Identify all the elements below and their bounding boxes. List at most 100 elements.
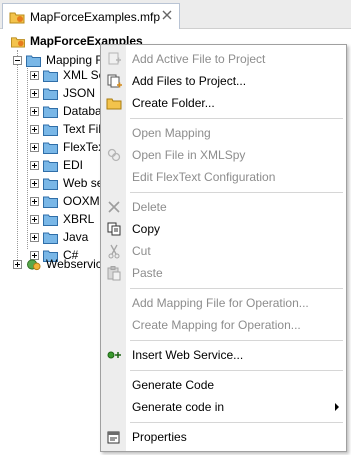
menu-item-create-mapping-for-operation[interactable]: Create Mapping for Operation...: [101, 314, 346, 336]
project-icon: [11, 36, 25, 48]
tree-item-edi[interactable]: EDI: [30, 156, 83, 174]
menu-item-label: Copy: [132, 222, 161, 236]
menu-separator: [130, 422, 343, 423]
menu-item-label: Create Folder...: [132, 96, 215, 110]
menu-item-insert-web-service[interactable]: Insert Web Service...: [101, 344, 346, 366]
folder-icon: [43, 196, 58, 208]
menu-item-label: Delete: [132, 200, 167, 214]
context-menu: Add Active File to Project Add Files to …: [100, 44, 347, 452]
tree-item-webservice[interactable]: Webservic: [13, 255, 102, 273]
close-icon[interactable]: [161, 9, 173, 21]
tree-guide: [27, 65, 28, 249]
menu-item-properties[interactable]: Properties: [101, 426, 346, 448]
tree-item-text-file[interactable]: Text File: [30, 120, 108, 138]
insert-web-service-icon: [107, 351, 121, 359]
folder-icon: [43, 178, 58, 190]
menu-item-open-mapping[interactable]: Open Mapping: [101, 122, 346, 144]
folder-icon: [106, 98, 122, 110]
tree-item-json[interactable]: JSON: [30, 84, 95, 102]
tree-item-xbrl[interactable]: XBRL: [30, 210, 94, 228]
folder-icon: [43, 88, 58, 100]
folder-open-icon: [26, 55, 41, 67]
tree-item-ooxml[interactable]: OOXML: [30, 192, 106, 210]
menu-separator: [130, 118, 343, 119]
tree-item-xml-schema[interactable]: XML Sc: [30, 66, 105, 84]
menu-item-label: Edit FlexText Configuration: [132, 170, 276, 184]
tree-guide: [17, 50, 18, 264]
folder-icon: [43, 214, 58, 226]
expand-icon[interactable]: [30, 178, 39, 188]
menu-item-label: Create Mapping for Operation...: [132, 318, 301, 332]
expand-icon[interactable]: [30, 106, 39, 116]
expand-icon[interactable]: [30, 88, 39, 98]
expand-icon[interactable]: [30, 160, 39, 170]
expand-icon[interactable]: [30, 70, 39, 80]
menu-item-label: Paste: [132, 266, 163, 280]
properties-icon: [107, 431, 120, 444]
tree-item-database[interactable]: Databas: [30, 102, 108, 120]
cut-icon: [108, 244, 120, 259]
menu-item-label: Add Files to Project...: [132, 74, 247, 88]
expand-icon[interactable]: [30, 142, 39, 152]
tree-item-label: Mapping F: [46, 53, 103, 67]
menu-item-label: Cut: [132, 244, 151, 258]
menu-item-label: Open Mapping: [132, 126, 211, 140]
menu-separator: [130, 192, 343, 193]
tree-item-label: XBRL: [63, 212, 95, 226]
menu-item-cut[interactable]: Cut: [101, 240, 346, 262]
folder-icon: [43, 124, 58, 136]
menu-item-add-mapping-for-operation[interactable]: Add Mapping File for Operation...: [101, 292, 346, 314]
tree-item-label: Web se: [63, 176, 104, 190]
menu-item-create-folder[interactable]: Create Folder...: [101, 92, 346, 114]
tree-item-label: EDI: [63, 158, 84, 172]
folder-icon: [43, 106, 58, 118]
menu-separator: [130, 340, 343, 341]
menu-item-open-in-xmlspy[interactable]: Open File in XMLSpy: [101, 144, 346, 166]
menu-separator: [130, 288, 343, 289]
menu-item-label: Properties: [132, 430, 187, 444]
menu-item-label: Add Mapping File for Operation...: [132, 296, 309, 310]
menu-item-generate-code[interactable]: Generate Code: [101, 374, 346, 396]
delete-icon: [108, 201, 120, 213]
folder-icon: [43, 160, 58, 172]
tree-item-label: Java: [63, 230, 89, 244]
menu-item-delete[interactable]: Delete: [101, 196, 346, 218]
menu-item-edit-flextext[interactable]: Edit FlexText Configuration: [101, 166, 346, 188]
tree-item-web-services[interactable]: Web se: [30, 174, 103, 192]
expand-icon[interactable]: [13, 259, 22, 269]
collapse-icon[interactable]: [13, 55, 22, 65]
expand-icon[interactable]: [30, 232, 39, 242]
submenu-arrow-icon: [335, 403, 339, 411]
folder-icon: [43, 232, 58, 244]
expand-icon[interactable]: [30, 124, 39, 134]
tab-mapforce-examples[interactable]: MapForceExamples.mfp: [2, 3, 180, 29]
menu-separator: [130, 370, 343, 371]
menu-item-label: Insert Web Service...: [132, 348, 244, 362]
menu-item-add-active-file[interactable]: Add Active File to Project: [101, 48, 346, 70]
tree-item-java[interactable]: Java: [30, 228, 88, 246]
project-icon: [9, 12, 25, 23]
expand-icon[interactable]: [30, 214, 39, 224]
menu-item-paste[interactable]: Paste: [101, 262, 346, 284]
menu-item-generate-code-in[interactable]: Generate code in: [101, 396, 346, 418]
copy-icon: [107, 222, 121, 236]
tree-root[interactable]: MapForceExamples: [10, 32, 143, 50]
tree-item-label: JSON: [63, 86, 96, 100]
tab-bar: MapForceExamples.mfp: [0, 0, 351, 29]
tab-title: MapForceExamples.mfp: [30, 9, 161, 24]
tree-item-flextext[interactable]: FlexText: [30, 138, 108, 156]
tree-item-label: Webservic: [46, 257, 102, 271]
menu-item-label: Open File in XMLSpy: [132, 148, 246, 162]
expand-icon[interactable]: [30, 196, 39, 206]
add-files-icon: [107, 74, 122, 88]
add-active-file-icon: [108, 52, 121, 65]
folder-icon: [43, 142, 58, 154]
menu-item-copy[interactable]: Copy: [101, 218, 346, 240]
paste-icon: [107, 266, 121, 281]
menu-item-label: Add Active File to Project: [132, 52, 266, 66]
menu-item-add-files[interactable]: Add Files to Project...: [101, 70, 346, 92]
webservice-icon: [27, 258, 41, 270]
tree-item-label: XML Sc: [63, 68, 105, 82]
folder-icon: [43, 70, 58, 82]
menu-item-label: Generate Code: [132, 378, 215, 392]
